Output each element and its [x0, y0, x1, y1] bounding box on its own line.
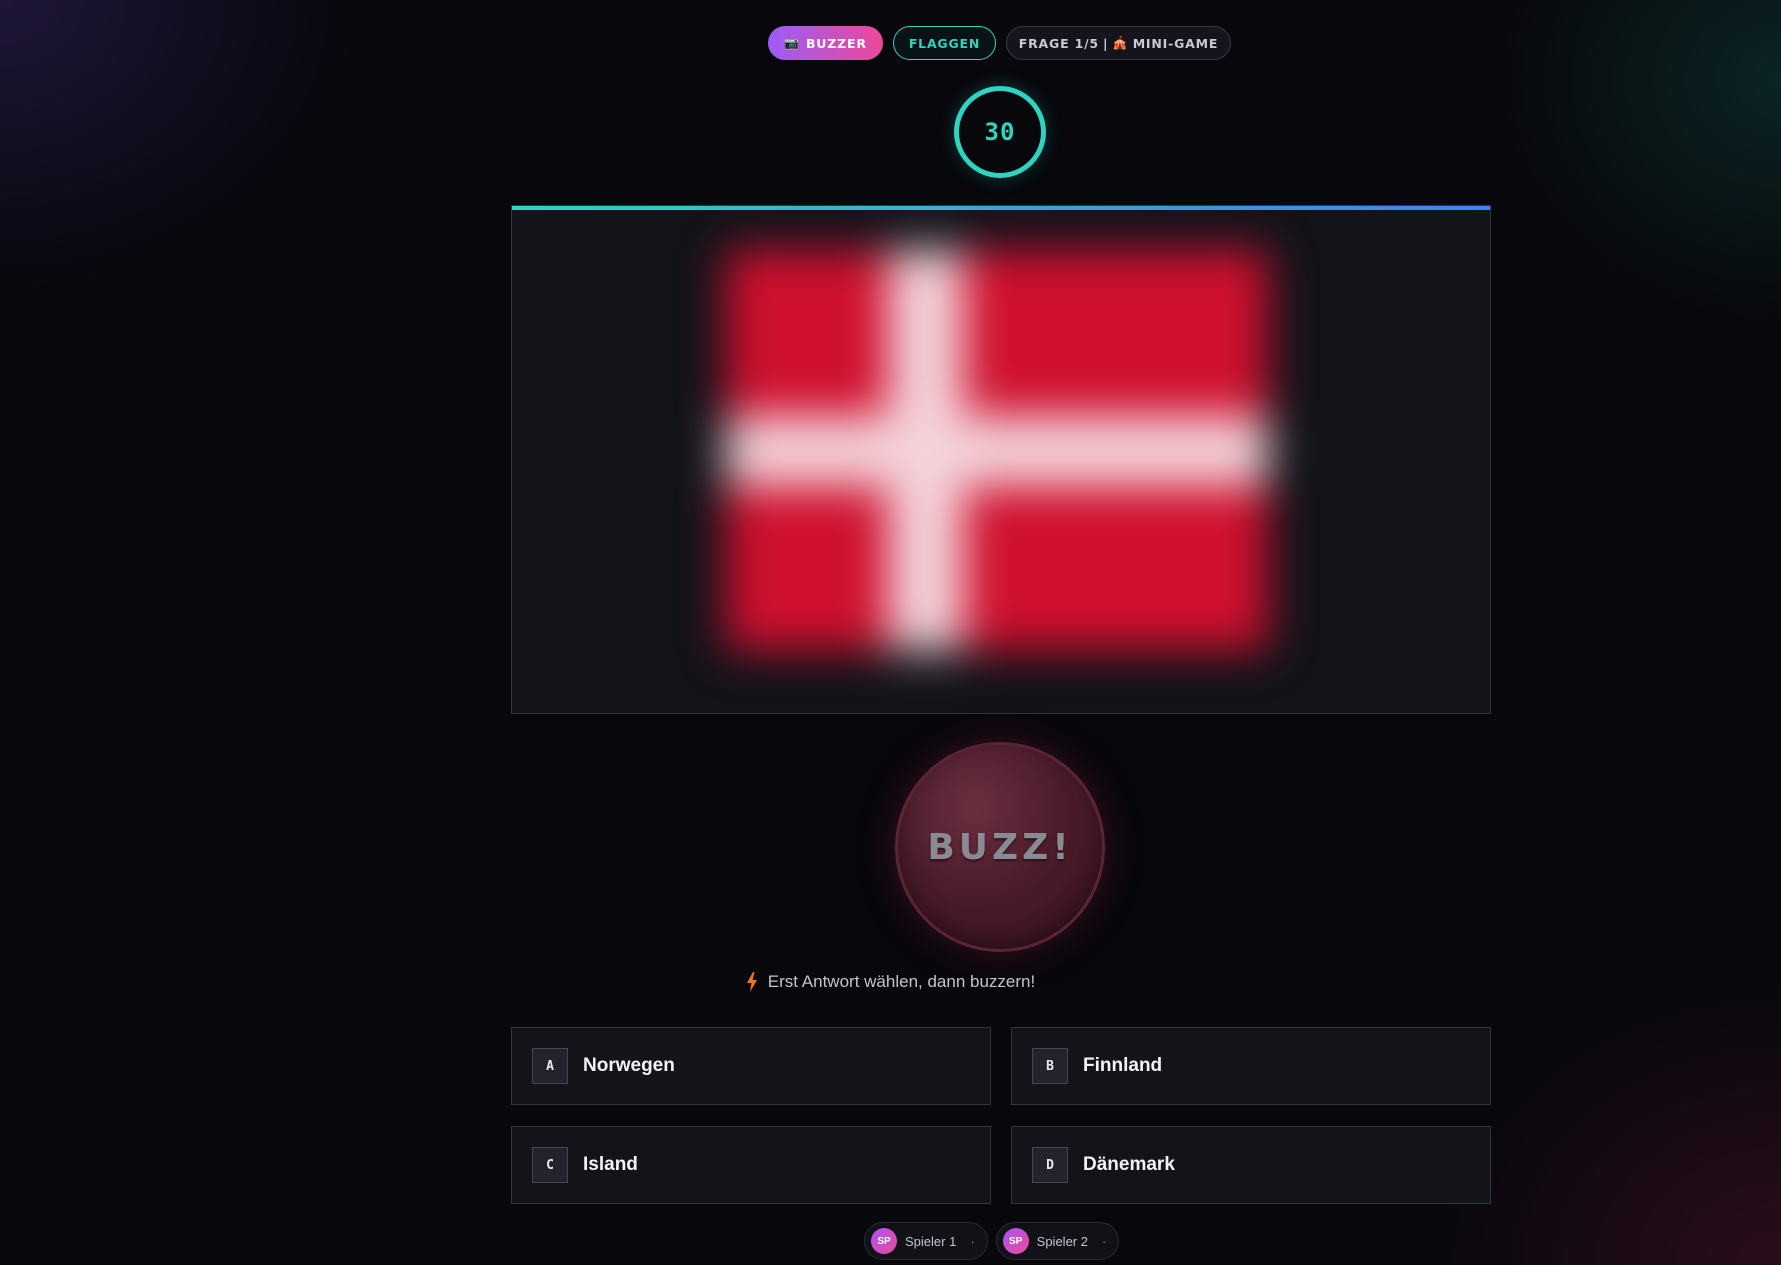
- answer-text-c: Island: [583, 1154, 638, 1175]
- question-counter: FRAGE 1/5: [1018, 35, 1099, 51]
- answer-option-b[interactable]: B Finnland: [1011, 1027, 1491, 1105]
- header-badges: 📷 BUZZER FLAGGEN FRAGE 1/5 | 🎪 MINI-GAME: [768, 26, 1231, 60]
- player-list: SP Spieler 1 · SP Spieler 2 ·: [864, 1222, 1120, 1260]
- answer-text-a: Norwegen: [583, 1055, 675, 1076]
- flag-cross-horizontal: [726, 416, 1268, 486]
- buzz-label: BUZZ!: [927, 826, 1073, 868]
- answer-key-c: C: [532, 1147, 568, 1183]
- category-badge: FLAGGEN: [893, 26, 996, 60]
- countdown-timer: 30: [954, 86, 1046, 178]
- mode-badge: 📷 BUZZER: [768, 26, 883, 60]
- answer-key-b: B: [1032, 1048, 1068, 1084]
- hint-text-row: Erst Antwort wählen, dann buzzern!: [0, 972, 1781, 992]
- flag-card: [511, 205, 1491, 714]
- buzz-button[interactable]: BUZZ!: [895, 742, 1105, 952]
- answer-option-c[interactable]: C Island: [511, 1126, 991, 1204]
- badge-separator: |: [1102, 35, 1109, 51]
- answer-text-d: Dänemark: [1083, 1154, 1175, 1175]
- flag-card-accent-bar: [512, 206, 1490, 210]
- answer-key-d: D: [1032, 1147, 1068, 1183]
- answer-grid: A Norwegen B Finnland C Island D Dänemar…: [511, 1027, 1491, 1204]
- answer-option-a[interactable]: A Norwegen: [511, 1027, 991, 1105]
- avatar: SP: [871, 1228, 897, 1254]
- lightning-icon: [746, 972, 757, 992]
- timer-value: 30: [984, 118, 1016, 146]
- hint-text: Erst Antwort wählen, dann buzzern!: [767, 972, 1036, 991]
- category-label: FLAGGEN: [908, 35, 981, 51]
- answer-text-b: Finnland: [1083, 1055, 1163, 1076]
- flag-image: [726, 250, 1268, 650]
- mode-label: BUZZER: [805, 35, 867, 51]
- avatar: SP: [1002, 1228, 1029, 1254]
- player-chip: SP Spieler 2 ·: [995, 1222, 1120, 1260]
- player-score: ·: [1101, 1233, 1107, 1249]
- camera-icon: 📷: [784, 36, 800, 50]
- round-badge: FRAGE 1/5 | 🎪 MINI-GAME: [1006, 26, 1231, 60]
- answer-key-a: A: [532, 1048, 568, 1084]
- circus-tent-icon: 🎪: [1112, 35, 1129, 50]
- player-score: ·: [970, 1233, 975, 1249]
- player-chip: SP Spieler 1 ·: [864, 1222, 988, 1260]
- answer-option-d[interactable]: D Dänemark: [1011, 1126, 1491, 1204]
- player-name: Spieler 1: [905, 1233, 957, 1249]
- player-name: Spieler 2: [1036, 1233, 1088, 1249]
- minigame-label: MINI-GAME: [1132, 35, 1219, 51]
